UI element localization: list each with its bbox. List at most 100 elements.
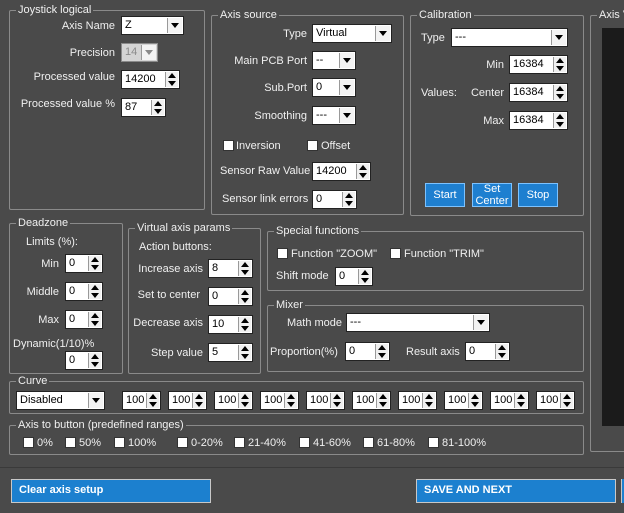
shift-mode-spinner[interactable]: 0 (335, 267, 373, 286)
set-center-button[interactable]: Set Center (472, 183, 512, 207)
calibration-type-select[interactable]: --- (451, 28, 568, 47)
calibration-max-spinner[interactable]: 16384 (509, 111, 568, 130)
offset-checkbox[interactable] (307, 140, 318, 151)
sensor-link-errors-spinner[interactable]: 0 (312, 190, 357, 209)
smoothing-select[interactable]: --- (312, 106, 356, 125)
spin-arrows-icon[interactable] (553, 113, 566, 128)
math-mode-select[interactable]: --- (346, 313, 490, 332)
processed-percent-spinner[interactable]: 87 (121, 98, 166, 117)
trim-checkbox[interactable] (390, 248, 401, 259)
range-checkbox[interactable] (363, 437, 374, 448)
set-to-center-value: 0 (212, 290, 219, 302)
spin-arrows-icon[interactable] (553, 85, 566, 100)
spin-arrows-icon[interactable] (376, 393, 389, 408)
spin-arrows-icon[interactable] (514, 393, 527, 408)
decrease-axis-spinner[interactable]: 10 (208, 315, 253, 334)
spin-arrows-icon[interactable] (553, 57, 566, 72)
source-type-select[interactable]: Virtual (312, 24, 392, 43)
processed-value-spinner[interactable]: 14200 (121, 70, 180, 89)
main-pcb-port-select[interactable]: -- (312, 51, 356, 70)
stop-button-label: Stop (526, 189, 550, 201)
spin-arrows-icon[interactable] (192, 393, 205, 408)
spin-arrows-icon[interactable] (151, 100, 164, 115)
range-checkbox[interactable] (65, 437, 76, 448)
calibration-min-label: Min (486, 59, 504, 71)
calibration-min-value: 16384 (513, 58, 544, 70)
chevron-down-icon[interactable] (339, 80, 354, 95)
range-checkbox[interactable] (428, 437, 439, 448)
curve-mode-select[interactable]: Disabled (16, 391, 105, 410)
proportion-spinner[interactable]: 0 (345, 342, 390, 361)
curve-point-spinner[interactable]: 100 (398, 391, 437, 410)
stop-button[interactable]: Stop (518, 183, 558, 207)
spin-arrows-icon[interactable] (238, 393, 251, 408)
chevron-down-icon[interactable] (339, 108, 354, 123)
curve-point-spinner[interactable]: 100 (536, 391, 575, 410)
inversion-checkbox[interactable] (223, 140, 234, 151)
range-checkbox[interactable] (23, 437, 34, 448)
curve-point-spinner[interactable]: 100 (306, 391, 345, 410)
spin-arrows-icon[interactable] (238, 289, 251, 304)
spin-arrows-icon[interactable] (88, 284, 101, 299)
zoom-checkbox[interactable] (277, 248, 288, 259)
chevron-down-icon[interactable] (551, 30, 566, 45)
chevron-down-icon[interactable] (473, 315, 488, 330)
chevron-down-icon[interactable] (375, 26, 390, 41)
deadzone-min-spinner[interactable]: 0 (65, 254, 103, 273)
spin-arrows-icon[interactable] (342, 192, 355, 207)
range-checkbox[interactable] (234, 437, 245, 448)
spin-arrows-icon[interactable] (560, 393, 573, 408)
spin-arrows-icon[interactable] (468, 393, 481, 408)
start-button[interactable]: Start (425, 183, 465, 207)
spin-arrows-icon[interactable] (88, 353, 101, 368)
sensor-raw-value-spinner[interactable]: 14200 (312, 162, 371, 181)
spin-arrows-icon[interactable] (146, 393, 159, 408)
curve-point-spinner[interactable]: 100 (168, 391, 207, 410)
deadzone-dynamic-spinner[interactable]: 0 (65, 351, 103, 370)
spin-arrows-icon[interactable] (88, 256, 101, 271)
spin-arrows-icon[interactable] (330, 393, 343, 408)
axis-name-select[interactable]: Z (121, 16, 184, 35)
clear-axis-setup-label: Clear axis setup (19, 484, 104, 496)
clear-axis-setup-button[interactable]: Clear axis setup (11, 479, 211, 503)
curve-point-spinner[interactable]: 100 (214, 391, 253, 410)
calibration-center-spinner[interactable]: 16384 (509, 83, 568, 102)
chevron-down-icon[interactable] (339, 53, 354, 68)
spin-arrows-icon[interactable] (284, 393, 297, 408)
spin-arrows-icon[interactable] (238, 345, 251, 360)
calibration-type-value: --- (455, 31, 466, 43)
save-and-next-button[interactable]: SAVE AND NEXT (416, 479, 616, 503)
spin-arrows-icon[interactable] (165, 72, 178, 87)
curve-point-spinner[interactable]: 100 (490, 391, 529, 410)
spin-arrows-icon[interactable] (422, 393, 435, 408)
proportion-value: 0 (349, 345, 356, 357)
chevron-down-icon[interactable] (167, 18, 182, 33)
chevron-down-icon[interactable] (88, 393, 103, 408)
step-value-spinner[interactable]: 5 (208, 343, 253, 362)
spin-arrows-icon[interactable] (238, 261, 251, 276)
range-checkbox[interactable] (114, 437, 125, 448)
calibration-min-spinner[interactable]: 16384 (509, 55, 568, 74)
mixer-title: Mixer (274, 299, 305, 311)
curve-point-spinner[interactable]: 100 (352, 391, 391, 410)
deadzone-max-spinner[interactable]: 0 (65, 310, 103, 329)
curve-point-spinner[interactable]: 100 (444, 391, 483, 410)
spin-arrows-icon[interactable] (358, 269, 371, 284)
result-axis-spinner[interactable]: 0 (465, 342, 510, 361)
range-label: 50% (79, 437, 102, 449)
spin-arrows-icon[interactable] (495, 344, 508, 359)
spin-arrows-icon[interactable] (375, 344, 388, 359)
curve-point-spinner[interactable]: 100 (122, 391, 161, 410)
spin-arrows-icon[interactable] (356, 164, 369, 179)
increase-axis-spinner[interactable]: 8 (208, 259, 253, 278)
range-checkbox[interactable] (177, 437, 188, 448)
deadzone-middle-spinner[interactable]: 0 (65, 282, 103, 301)
spin-arrows-icon[interactable] (238, 317, 251, 332)
curve-point-spinner[interactable]: 100 (260, 391, 299, 410)
range-checkbox[interactable] (299, 437, 310, 448)
deadzone-middle-label: Middle (26, 286, 59, 298)
range-label: 81-100% (442, 437, 487, 449)
set-to-center-spinner[interactable]: 0 (208, 287, 253, 306)
sub-port-select[interactable]: 0 (312, 78, 356, 97)
spin-arrows-icon[interactable] (88, 312, 101, 327)
